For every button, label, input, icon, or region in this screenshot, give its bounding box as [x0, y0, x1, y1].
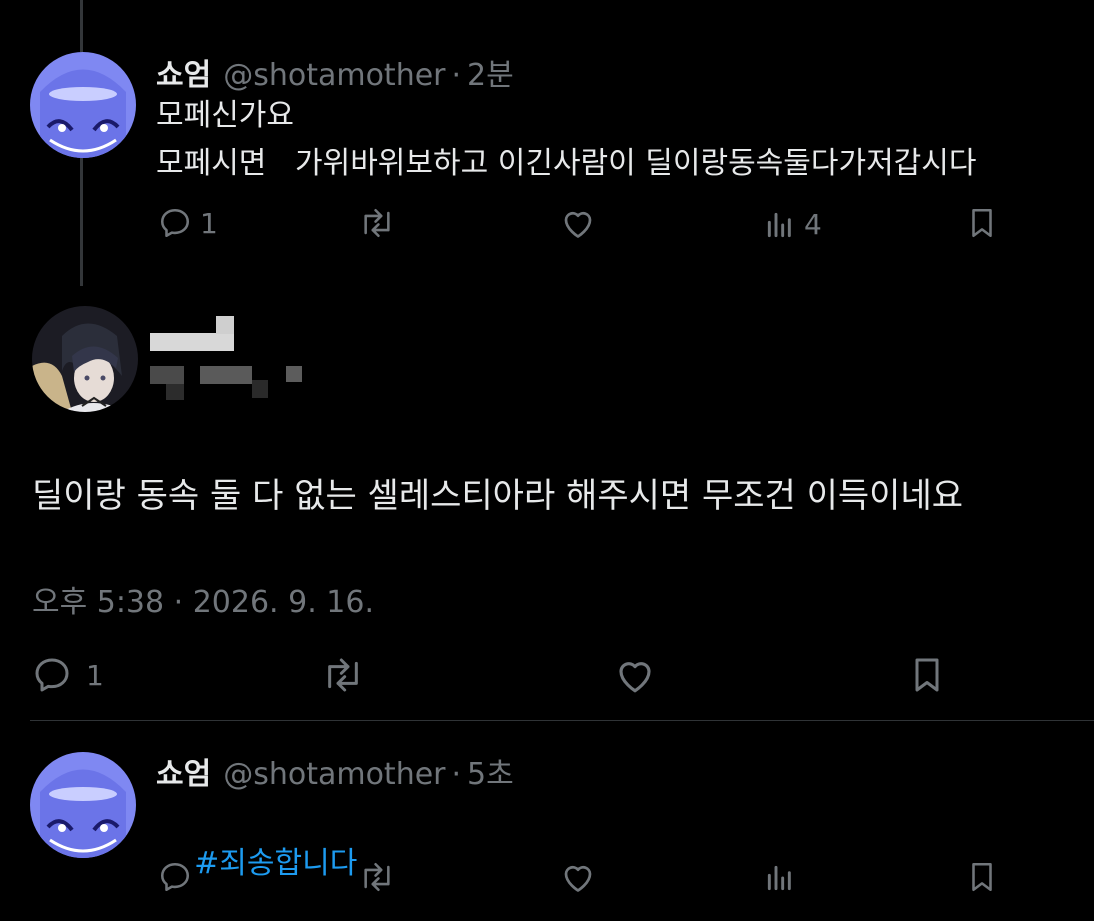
views-button[interactable]: 4 [764, 208, 822, 241]
bookmark-icon [966, 860, 998, 894]
retweet-icon [358, 860, 396, 894]
retweet-button[interactable] [358, 860, 396, 894]
focused-tweet-text: 딜이랑 동속 둘 다 없는 셀레스티아라 해주시면 무조건 이득이네요 [32, 476, 964, 516]
tweet-text: #죄송합니다 [156, 792, 357, 921]
relative-time[interactable]: 5초 [467, 749, 514, 793]
views-icon [764, 862, 796, 894]
like-button[interactable] [560, 206, 596, 240]
reply-icon [158, 206, 192, 240]
views-button[interactable] [764, 862, 796, 894]
reply-button[interactable]: 1 [158, 206, 218, 240]
heart-icon [560, 860, 596, 894]
bookmark-icon [966, 206, 998, 240]
view-count: 4 [804, 208, 822, 241]
reply-button[interactable]: 1 [32, 655, 104, 695]
retweet-button[interactable] [320, 655, 366, 695]
tweet-header: 쇼엄 @shotamother · 5초 [156, 749, 514, 793]
retweet-icon [358, 206, 396, 240]
avatar[interactable] [32, 306, 138, 412]
reply-icon [32, 655, 72, 695]
bookmark-button[interactable] [908, 655, 946, 695]
hashtag-link[interactable]: #죄송합니다 [194, 846, 357, 881]
user-handle[interactable]: @shotamother [223, 757, 445, 792]
reply-count: 1 [86, 658, 104, 692]
tweet-text-line2: 모페시면 가위바위보하고 이긴사람이 딜이랑동속둘다가저갑시다 [156, 146, 977, 181]
separator: · [451, 757, 462, 792]
thread-line-top [80, 0, 83, 52]
display-name[interactable]: 쇼엄 [156, 749, 211, 793]
retweet-icon [320, 655, 366, 695]
avatar[interactable] [30, 52, 136, 158]
tweet-timestamp[interactable]: 오후 5:38 · 2026. 9. 16. [32, 577, 374, 621]
reply-icon [158, 860, 192, 894]
bookmark-button[interactable] [966, 206, 998, 240]
bookmark-button[interactable] [966, 860, 998, 894]
avatar[interactable] [30, 752, 136, 858]
retweet-button[interactable] [358, 206, 396, 240]
reply-button[interactable] [158, 860, 192, 894]
like-button[interactable] [614, 655, 656, 695]
divider [30, 720, 1094, 721]
user-handle[interactable]: @shotamother [223, 58, 445, 93]
views-icon [764, 209, 796, 241]
tweet-header: 쇼엄 @shotamother · 2분 [156, 50, 514, 94]
bookmark-icon [908, 655, 946, 695]
heart-icon [560, 206, 596, 240]
thread-line-middle [80, 158, 83, 286]
separator: · [451, 58, 462, 93]
display-name[interactable]: 쇼엄 [156, 50, 211, 94]
heart-icon [614, 655, 656, 695]
relative-time[interactable]: 2분 [467, 50, 514, 94]
like-button[interactable] [560, 860, 596, 894]
reply-count: 1 [200, 206, 218, 240]
tweet-thread: 쇼엄 @shotamother · 2분 모페신가요 모페시면 가위바위보하고 … [0, 0, 1094, 921]
tweet-text-line1: 모페신가요 [156, 98, 294, 133]
